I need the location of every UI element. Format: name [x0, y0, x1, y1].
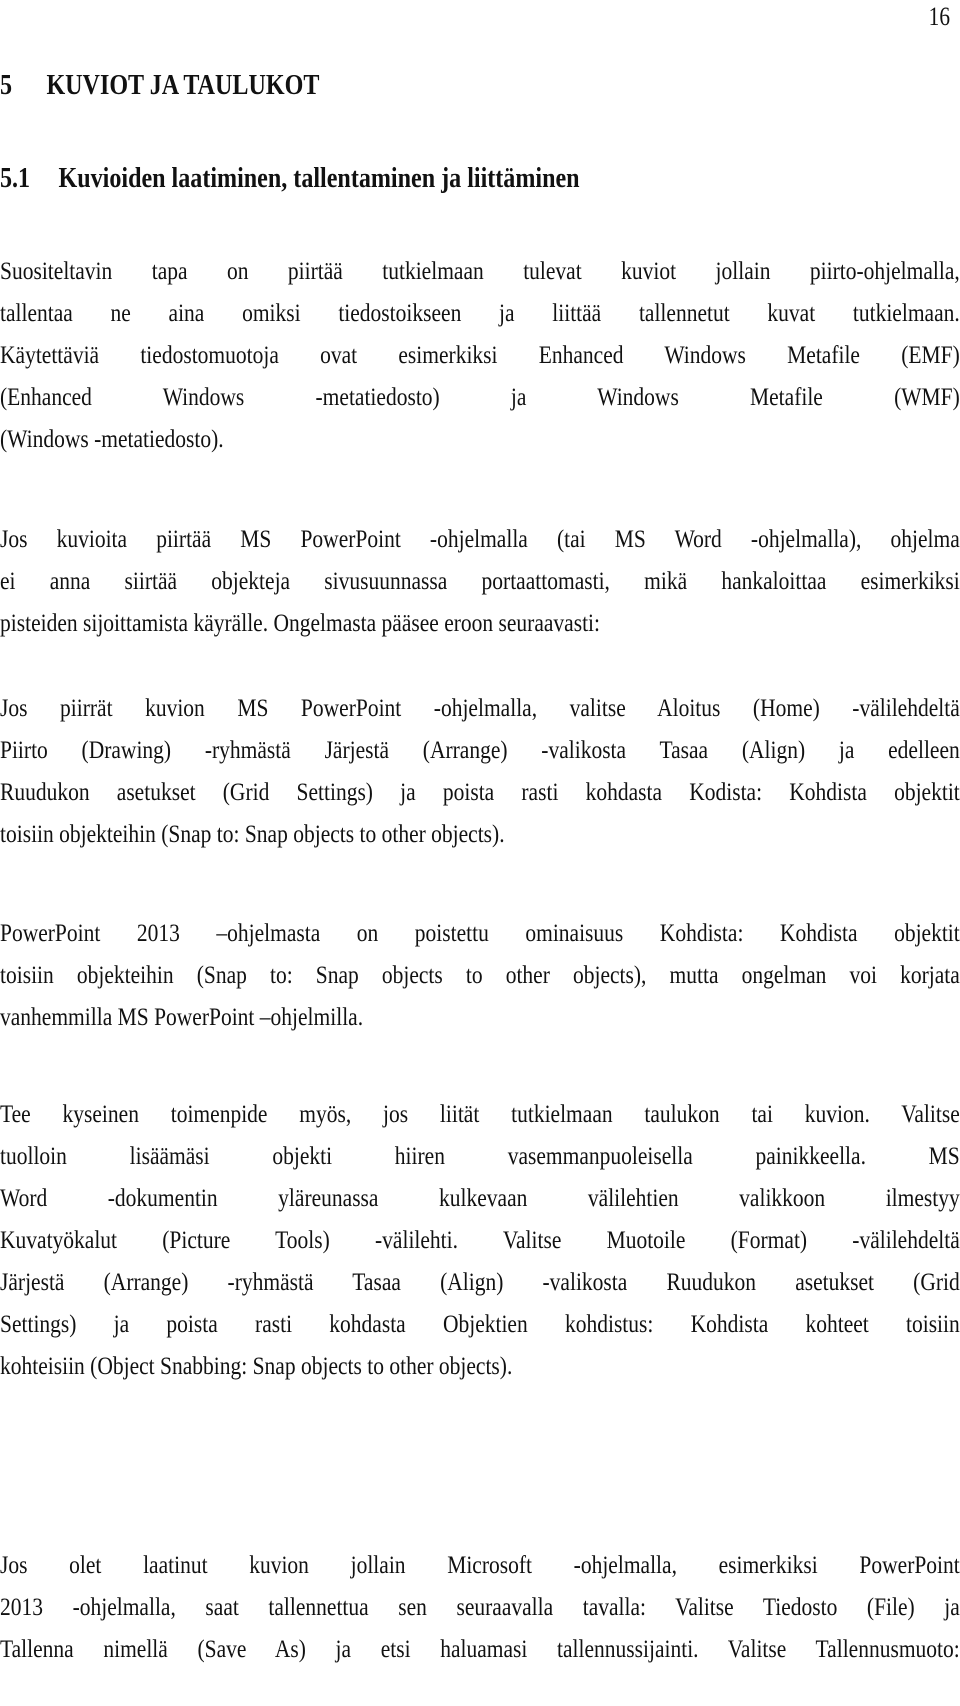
text-line: toisiin objekteihin (Snap to: Snap objec… [0, 962, 960, 989]
text-line: (Enhanced Windows -metatiedosto) ja Wind… [0, 384, 960, 411]
text-line: Piirto (Drawing) -ryhmästä Järjestä (Arr… [0, 737, 960, 764]
chapter-number: 5 [0, 70, 13, 101]
text-line: Suositeltavin tapa on piirtää tutkielmaa… [0, 258, 960, 285]
text-line: pisteiden sijoittamista käyrälle. Ongelm… [0, 610, 601, 637]
text-line: toisiin objekteihin (Snap to: Snap objec… [0, 821, 505, 848]
text-line: Jos piirrät kuvion MS PowerPoint -ohjelm… [0, 695, 960, 722]
section-number: 5.1 [0, 163, 31, 194]
text-line: Tee kyseinen toimenpide myös, jos liität… [0, 1101, 960, 1128]
text-line: tuolloin lisäämäsi objekti hiiren vasemm… [0, 1143, 960, 1170]
text-line: Ruudukon asetukset (Grid Settings) ja po… [0, 779, 960, 806]
text-line: Jos kuvioita piirtää MS PowerPoint -ohje… [0, 526, 960, 553]
text-line: PowerPoint 2013 –ohjelmasta on poistettu… [0, 920, 960, 947]
text-line: Jos olet laatinut kuvion jollain Microso… [0, 1552, 960, 1579]
section-title: Kuvioiden laatiminen, tallentaminen ja l… [58, 163, 580, 194]
text-line: Settings) ja poista rasti kohdasta Objek… [0, 1311, 960, 1338]
text-line: vanhemmilla MS PowerPoint –ohjelmilla. [0, 1004, 364, 1031]
paragraph-powerpoint-issue: Jos kuvioita piirtää MS PowerPoint -ohje… [0, 519, 960, 645]
text-line: Käytettäviä tiedostomuotoja ovat esimerk… [0, 342, 960, 369]
chapter-title: KUVIOT JA TAULUKOT [46, 70, 320, 101]
text-line: ei anna siirtää objekteja sivusuunnassa … [0, 568, 960, 595]
paragraph-save-instructions: Jos olet laatinut kuvion jollain Microso… [0, 1545, 960, 1671]
text-line: tallentaa ne aina omiksi tiedostoikseen … [0, 300, 960, 327]
text-line: Tallenna nimellä (Save As) ja etsi halua… [0, 1636, 960, 1663]
chapter-heading: 5 KUVIOT JA TAULUKOT [0, 70, 319, 102]
text-line: 2013 -ohjelmalla, saat tallennettua sen … [0, 1594, 960, 1621]
text-line: Kuvatyökalut (Picture Tools) -välilehti.… [0, 1227, 960, 1254]
text-line: (Windows -metatiedosto). [0, 426, 224, 453]
paragraph-powerpoint-2013: PowerPoint 2013 –ohjelmasta on poistettu… [0, 913, 960, 1039]
paragraph-file-formats: Suositeltavin tapa on piirtää tutkielmaa… [0, 251, 960, 461]
text-line: kohteisiin (Object Snabbing: Snap object… [0, 1353, 513, 1380]
page-number: 16 [928, 2, 950, 31]
paragraph-powerpoint-instructions: Jos piirrät kuvion MS PowerPoint -ohjelm… [0, 688, 960, 856]
section-heading: 5.1 Kuvioiden laatiminen, tallentaminen j… [0, 163, 580, 195]
paragraph-word-instructions: Tee kyseinen toimenpide myös, jos liität… [0, 1094, 960, 1388]
text-line: Järjestä (Arrange) -ryhmästä Tasaa (Alig… [0, 1269, 960, 1296]
text-line: Word -dokumentin yläreunassa kulkevaan v… [0, 1185, 960, 1212]
